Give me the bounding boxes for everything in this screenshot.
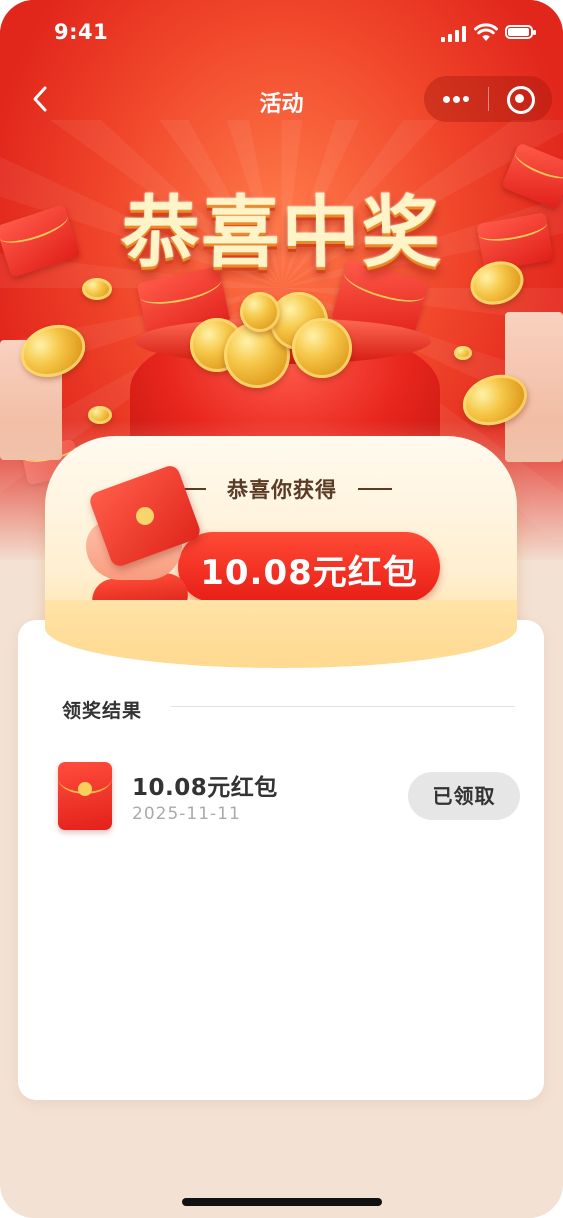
- battery-icon: [505, 25, 536, 39]
- status-bar: 9:41: [0, 0, 563, 64]
- home-indicator: [182, 1198, 382, 1206]
- wifi-icon: [474, 23, 498, 41]
- congrats-headline: 恭喜中奖: [119, 188, 444, 279]
- decor-coin: [240, 292, 280, 332]
- amount-text: 10.08元红包: [200, 553, 418, 593]
- prize-title: 10.08元红包: [132, 775, 278, 801]
- section-divider: [171, 706, 515, 707]
- mini-program-capsule: [424, 76, 552, 122]
- prize-date: 2025-11-11: [132, 804, 241, 824]
- status-time: 9:41: [54, 20, 109, 44]
- claimed-button[interactable]: 已领取: [408, 772, 520, 820]
- decor-coin: [454, 346, 472, 360]
- close-target-icon[interactable]: [488, 76, 552, 122]
- section-label: 领奖结果: [62, 700, 143, 722]
- more-icon[interactable]: [424, 76, 488, 122]
- red-envelope-icon: [58, 762, 112, 830]
- result-card: [18, 620, 544, 1100]
- decor-coin: [292, 318, 352, 378]
- title-dash-right: [358, 488, 392, 490]
- signal-icon: [441, 26, 466, 42]
- phone-screen: 9:41 活动 恭喜中奖 恭喜你获得 10.08元红包 领奖结果 10.08元红…: [0, 0, 563, 1218]
